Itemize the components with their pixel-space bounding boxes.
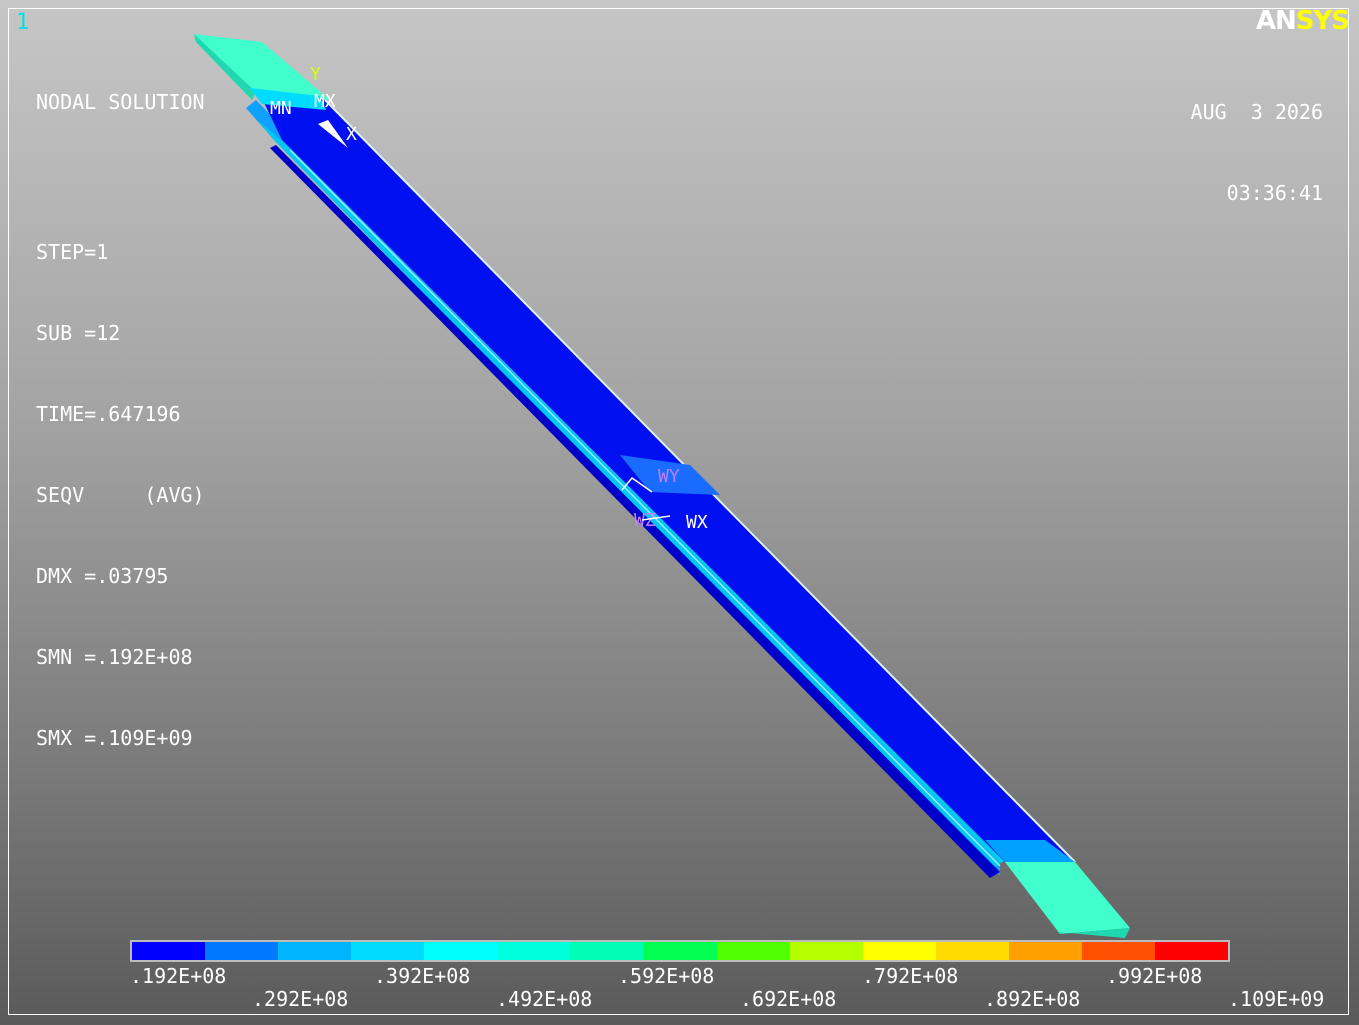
legend-label-3: .392E+08 bbox=[374, 964, 471, 988]
legend-label-5: .592E+08 bbox=[618, 964, 715, 988]
legend-swatch-10 bbox=[789, 942, 863, 960]
legend-label-10: .109E+09 bbox=[1228, 987, 1325, 1011]
wx-marker: WX bbox=[686, 512, 708, 533]
bottom-grip bbox=[1005, 862, 1130, 934]
legend-swatch-12 bbox=[935, 942, 1009, 960]
max-marker: MX bbox=[314, 91, 336, 112]
contour-legend-bar bbox=[130, 940, 1230, 962]
legend-swatch-2 bbox=[205, 942, 279, 960]
legend-swatch-13 bbox=[1008, 942, 1082, 960]
axis-x-label: X bbox=[346, 124, 357, 145]
legend-label-4: .492E+08 bbox=[496, 987, 593, 1011]
legend-swatch-8 bbox=[643, 942, 717, 960]
legend-label-7: .792E+08 bbox=[862, 964, 959, 988]
legend-swatch-4 bbox=[351, 942, 425, 960]
wz-marker: WZ bbox=[634, 510, 656, 531]
legend-label-6: .692E+08 bbox=[740, 987, 837, 1011]
legend-swatch-3 bbox=[278, 942, 352, 960]
legend-swatch-1 bbox=[132, 942, 206, 960]
legend-label-9: .992E+08 bbox=[1106, 964, 1203, 988]
beam-bottom-strip bbox=[258, 120, 1005, 872]
legend-swatch-14 bbox=[1081, 942, 1155, 960]
wy-marker: WY bbox=[658, 466, 680, 487]
legend-label-8: .892E+08 bbox=[984, 987, 1081, 1011]
legend-swatch-9 bbox=[716, 942, 790, 960]
legend-swatch-11 bbox=[862, 942, 936, 960]
legend-swatch-7 bbox=[570, 942, 644, 960]
legend-label-2: .292E+08 bbox=[252, 987, 349, 1011]
legend-swatch-6 bbox=[497, 942, 571, 960]
legend-label-1: .192E+08 bbox=[130, 964, 227, 988]
legend-swatch-5 bbox=[424, 942, 498, 960]
legend-swatch-15 bbox=[1154, 942, 1228, 960]
min-marker: MN bbox=[270, 98, 292, 119]
model-view: Y X MN MX WY WX WZ bbox=[194, 34, 1130, 938]
axis-y-label: Y bbox=[310, 64, 321, 85]
